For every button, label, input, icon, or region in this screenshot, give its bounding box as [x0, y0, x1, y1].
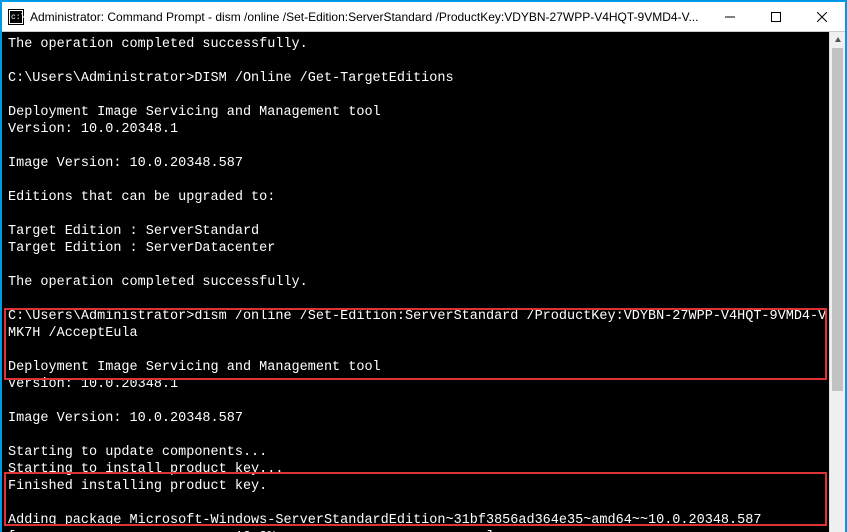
vertical-scrollbar[interactable] [829, 32, 845, 532]
terminal-line: Starting to update components... [8, 444, 829, 461]
scroll-up-arrow[interactable] [830, 32, 845, 48]
terminal-line [8, 427, 829, 444]
terminal-line: The operation completed successfully. [8, 274, 829, 291]
terminal-line [8, 342, 829, 359]
close-button[interactable] [799, 2, 845, 31]
terminal-line: Version: 10.0.20348.1 [8, 121, 829, 138]
terminal-line: Target Edition : ServerDatacenter [8, 240, 829, 257]
scroll-track[interactable] [830, 48, 845, 532]
maximize-button[interactable] [753, 2, 799, 31]
terminal-line [8, 172, 829, 189]
terminal-line [8, 393, 829, 410]
terminal-line [8, 53, 829, 70]
terminal-line: Adding package Microsoft-Windows-ServerS… [8, 512, 829, 529]
terminal-line [8, 206, 829, 223]
terminal-line: Finished installing product key. [8, 478, 829, 495]
terminal-line: Target Edition : ServerStandard [8, 223, 829, 240]
terminal-line: Version: 10.0.20348.1 [8, 376, 829, 393]
window-controls [707, 2, 845, 31]
scroll-thumb[interactable] [832, 48, 843, 391]
terminal-area: The operation completed successfully. C:\… [2, 32, 845, 532]
terminal-line: Deployment Image Servicing and Managemen… [8, 359, 829, 376]
terminal-line: The operation completed successfully. [8, 36, 829, 53]
terminal-line [8, 87, 829, 104]
terminal-line: C:\Users\Administrator>dism /online /Set… [8, 308, 829, 342]
terminal-line: C:\Users\Administrator>DISM /Online /Get… [8, 70, 829, 87]
terminal-line [8, 257, 829, 274]
cmd-icon: c:\ [8, 9, 24, 25]
terminal-line: Image Version: 10.0.20348.587 [8, 155, 829, 172]
terminal-line [8, 495, 829, 512]
window-title: Administrator: Command Prompt - dism /on… [30, 10, 707, 24]
terminal-line: Starting to install product key... [8, 461, 829, 478]
titlebar[interactable]: c:\ Administrator: Command Prompt - dism… [2, 2, 845, 32]
terminal-line: Deployment Image Servicing and Managemen… [8, 104, 829, 121]
cmd-window: c:\ Administrator: Command Prompt - dism… [0, 0, 847, 532]
terminal-line: Editions that can be upgraded to: [8, 189, 829, 206]
terminal-line [8, 138, 829, 155]
terminal-line: Image Version: 10.0.20348.587 [8, 410, 829, 427]
terminal-output[interactable]: The operation completed successfully. C:\… [2, 32, 829, 532]
svg-text:c:\: c:\ [11, 13, 24, 22]
minimize-button[interactable] [707, 2, 753, 31]
terminal-line [8, 291, 829, 308]
